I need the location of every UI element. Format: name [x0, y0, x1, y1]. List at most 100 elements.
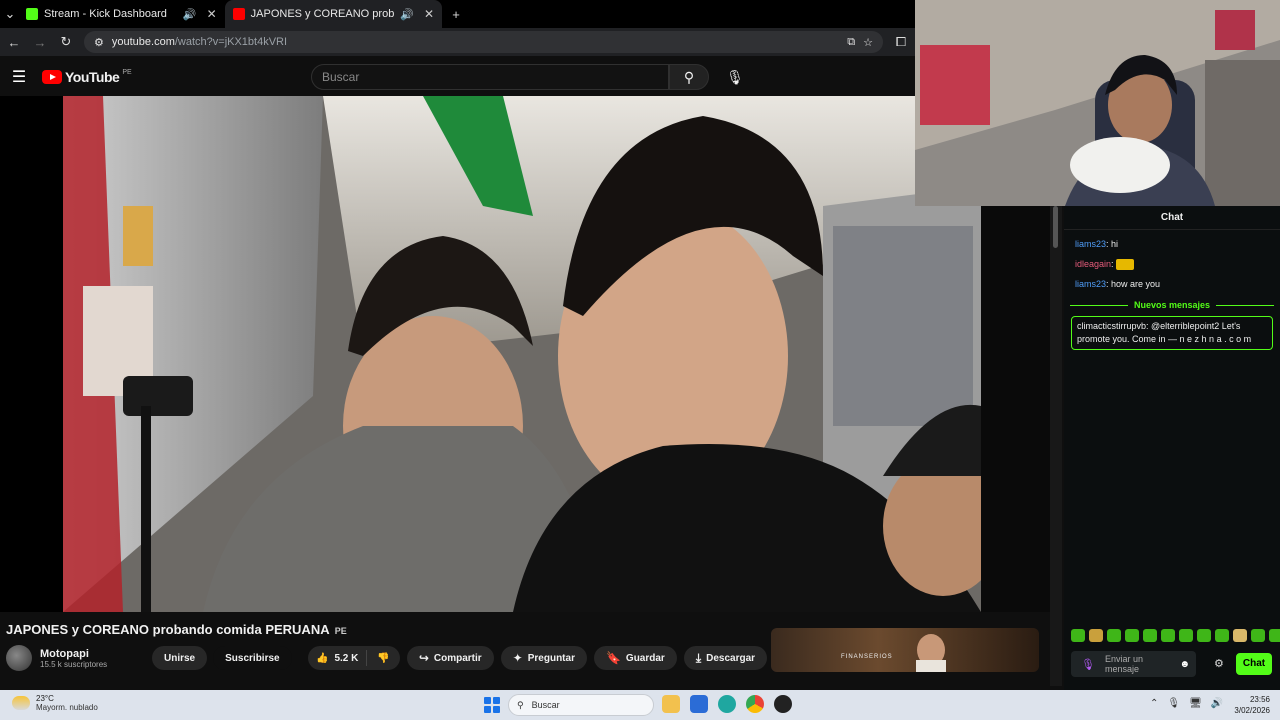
voice-search-icon[interactable]: 🎙	[724, 64, 746, 90]
share-label: Compartir	[433, 652, 482, 664]
ad-thumbnail[interactable]: FINANSERIOS	[771, 628, 1039, 672]
video-player[interactable]	[0, 96, 1050, 612]
network-icon[interactable]: 🖥	[1189, 698, 1202, 709]
channel-name[interactable]: Motopapi	[40, 648, 126, 660]
chat-text: how are you	[1111, 279, 1161, 289]
chat-text: hi	[1111, 239, 1119, 249]
store-icon[interactable]	[690, 695, 708, 713]
search-input[interactable]: Buscar	[311, 64, 669, 90]
channel-avatar[interactable]	[6, 645, 32, 671]
taskbar-search[interactable]: ⚲ Buscar	[508, 694, 654, 716]
file-explorer-icon[interactable]	[662, 695, 680, 713]
separator-line	[1216, 304, 1275, 306]
youtube-logo[interactable]: YouTube PE	[42, 69, 132, 85]
forward-icon[interactable]: →	[32, 35, 48, 50]
microphone-icon[interactable]: 🎙	[1081, 658, 1095, 671]
emote-icon[interactable]	[1197, 629, 1211, 642]
chat-username[interactable]: idleagain	[1075, 259, 1111, 269]
chat-username[interactable]: liams23	[1075, 279, 1106, 289]
chat-username[interactable]: climacticstirrupvb	[1077, 321, 1146, 331]
clock[interactable]: 23:56 3/02/2026	[1222, 694, 1270, 716]
emoji-picker-icon[interactable]: ☻	[1179, 659, 1190, 670]
partly-cloudy-icon	[12, 696, 30, 710]
tab-youtube-video[interactable]: JAPONES y COREANO prob 🔊 ✕	[224, 0, 443, 28]
ask-button[interactable]: ✦ Preguntar	[500, 646, 587, 670]
tab-list-icon[interactable]: ⌄	[2, 6, 18, 22]
taskbar: 23°C Mayorm. nublado ⚲ Buscar ⌃ 🎙 🖥 🔊 23…	[0, 690, 1280, 720]
search-icon: ⚲	[517, 699, 524, 710]
emote-icon[interactable]	[1179, 629, 1193, 642]
back-icon[interactable]: ←	[6, 35, 22, 50]
kick-favicon-icon	[26, 8, 38, 20]
share-icon: ↪	[418, 651, 429, 665]
close-tab-icon[interactable]: ✕	[207, 7, 217, 21]
chat-send-button[interactable]: Chat	[1236, 653, 1272, 675]
video-scene	[63, 96, 981, 612]
emote-icon[interactable]	[1089, 629, 1103, 642]
weather-condition: Mayorm. nublado	[36, 703, 98, 712]
ad-image	[916, 634, 946, 672]
subscribe-button[interactable]: Suscribirse	[213, 646, 292, 670]
emote-icon[interactable]	[1233, 629, 1247, 642]
emote-icon[interactable]	[1161, 629, 1175, 642]
download-label: Descargar	[706, 652, 756, 664]
tab-kick-dashboard[interactable]: Stream - Kick Dashboard 🔊 ✕	[18, 0, 225, 28]
chrome-icon[interactable]	[746, 695, 764, 713]
new-tab-icon[interactable]: +	[448, 7, 464, 22]
youtube-play-icon	[42, 70, 62, 84]
channel-info: Motopapi 15.5 k suscriptores	[40, 648, 126, 669]
chat-input-placeholder: Enviar un mensaje	[1104, 654, 1143, 674]
save-label: Guardar	[625, 652, 665, 664]
bookmark-icon: 🔖	[605, 651, 621, 665]
new-messages-separator[interactable]: Nuevos mensajes	[1064, 298, 1280, 312]
chat-message-input[interactable]: 🎙 Enviar un mensaje ☻	[1071, 651, 1196, 677]
like-button[interactable]: 👍 5.2 K	[308, 650, 368, 666]
join-button[interactable]: Unirse	[152, 646, 208, 670]
extensions-icon[interactable]: ⧠	[893, 34, 909, 50]
bookmark-star-icon[interactable]: ☆	[863, 36, 873, 49]
save-button[interactable]: 🔖 Guardar	[593, 646, 677, 670]
speaker-icon[interactable]: 🔊	[183, 8, 197, 21]
site-info-icon[interactable]: ⚙	[94, 36, 104, 49]
emote-icon[interactable]	[1125, 629, 1139, 642]
obs-icon[interactable]	[774, 695, 792, 713]
emote-icon	[1116, 259, 1135, 271]
emote-icon[interactable]	[1107, 629, 1121, 642]
temperature: 23°C	[36, 694, 54, 703]
browser-tab-bar: ⌄ Stream - Kick Dashboard 🔊 ✕ JAPONES y …	[0, 0, 915, 28]
dislike-button[interactable]: 👎	[367, 653, 399, 664]
like-dislike-group: 👍 5.2 K 👎	[308, 646, 400, 670]
video-title-badge: PE	[334, 626, 347, 636]
emote-icon[interactable]	[1071, 629, 1085, 642]
emote-icon[interactable]	[1143, 629, 1157, 642]
weather-widget[interactable]: 23°C Mayorm. nublado	[12, 694, 98, 712]
chat-username[interactable]: liams23	[1075, 239, 1106, 249]
youtube-header: ☰ YouTube PE Buscar ⚲ 🎙	[0, 58, 915, 96]
logo-text: YouTube	[65, 69, 120, 85]
video-frame[interactable]	[63, 96, 981, 612]
url-path: /watch?v=jKX1bt4kVRI	[174, 36, 288, 48]
start-button[interactable]	[484, 697, 500, 713]
menu-icon[interactable]: ☰	[0, 67, 38, 87]
address-bar: ← → ↻ ⚙ youtube.com/watch?v=jKX1bt4kVRI …	[0, 28, 915, 56]
tab-title: Stream - Kick Dashboard	[44, 8, 167, 20]
system-tray: ⌃ 🎙 🖥 🔊	[1150, 698, 1223, 709]
edge-icon[interactable]	[718, 695, 736, 713]
thumbs-up-icon: 👍	[316, 652, 329, 664]
speaker-icon[interactable]: 🔊	[400, 8, 414, 21]
microphone-icon[interactable]: 🎙	[1167, 698, 1180, 709]
download-button[interactable]: ⤓ Descargar	[683, 646, 768, 670]
cast-icon[interactable]: ⧉	[847, 36, 855, 49]
close-tab-icon[interactable]: ✕	[424, 7, 434, 21]
tray-overflow-icon[interactable]: ⌃	[1150, 698, 1158, 709]
emote-icon[interactable]	[1269, 629, 1280, 642]
search-button[interactable]: ⚲	[669, 64, 709, 90]
share-button[interactable]: ↪ Compartir	[406, 646, 494, 670]
chat-settings-icon[interactable]: ⚙	[1214, 657, 1224, 670]
reload-icon[interactable]: ↻	[58, 34, 74, 50]
scrollbar-thumb[interactable]	[1053, 206, 1058, 248]
emote-icon[interactable]	[1251, 629, 1265, 642]
url-field[interactable]: ⚙ youtube.com/watch?v=jKX1bt4kVRI ⧉ ☆	[84, 31, 883, 53]
sparkle-icon: ✦	[512, 651, 523, 665]
emote-icon[interactable]	[1215, 629, 1229, 642]
